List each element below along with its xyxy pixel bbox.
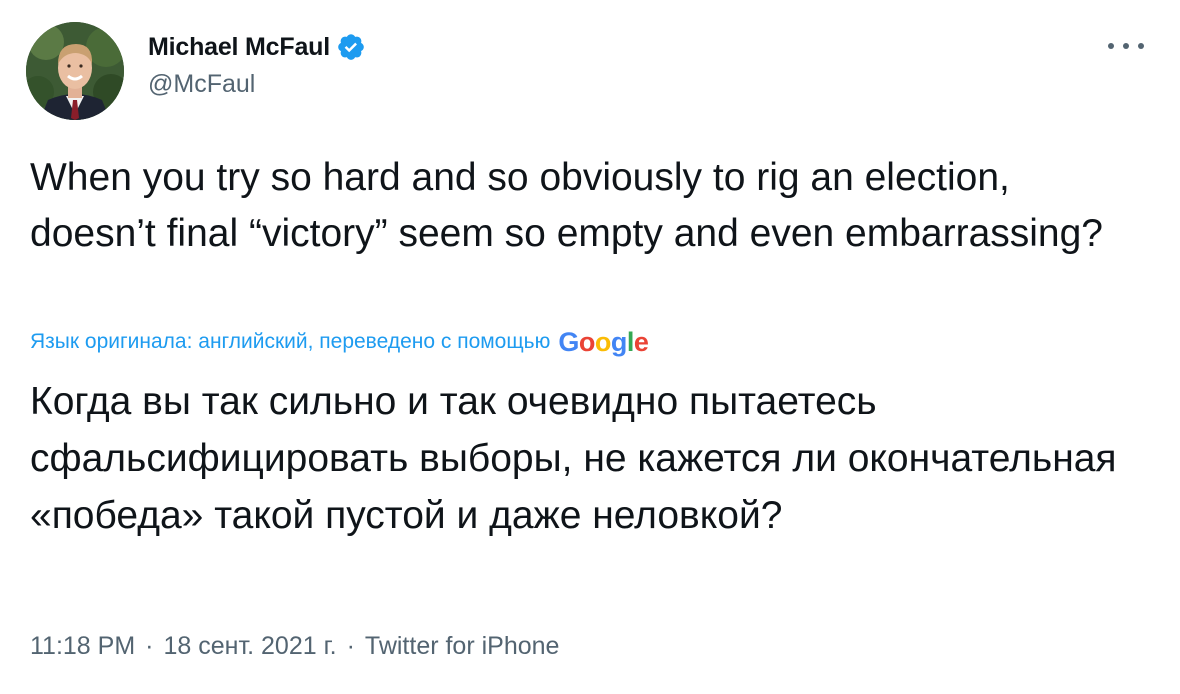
- tweet-text: When you try so hard and so obviously to…: [30, 156, 1103, 255]
- translated-tweet-text: Когда вы так сильно и так очевидно пытае…: [30, 380, 1117, 537]
- translation-note[interactable]: Язык оригинала: английский, переведено с…: [30, 330, 550, 354]
- name-row: Michael McFaul: [148, 30, 366, 64]
- dot: [1108, 43, 1114, 49]
- translation-attribution: Язык оригинала: английский, переведено с…: [30, 324, 649, 360]
- tweet-card: Michael McFaul @McFaul When you try so h…: [0, 0, 1180, 694]
- author-handle[interactable]: @McFaul: [148, 70, 366, 99]
- author-header: Michael McFaul @McFaul: [148, 30, 366, 99]
- google-logo: Google: [558, 326, 649, 357]
- tweet-time[interactable]: 11:18 PM: [30, 632, 135, 661]
- author-display-name[interactable]: Michael McFaul: [148, 33, 330, 62]
- avatar-image: [26, 22, 124, 120]
- tweet-source[interactable]: Twitter for iPhone: [365, 632, 560, 661]
- dot: [1123, 43, 1129, 49]
- separator: ·: [346, 631, 355, 660]
- avatar[interactable]: [26, 22, 124, 120]
- tweet-metadata: 11:18 PM · 18 сент. 2021 г. · Twitter fo…: [30, 626, 559, 666]
- separator: ·: [145, 631, 154, 660]
- dot: [1138, 43, 1144, 49]
- tweet-date[interactable]: 18 сент. 2021 г.: [163, 632, 336, 661]
- verified-badge-icon: [336, 32, 366, 62]
- more-options-icon[interactable]: [1108, 36, 1144, 56]
